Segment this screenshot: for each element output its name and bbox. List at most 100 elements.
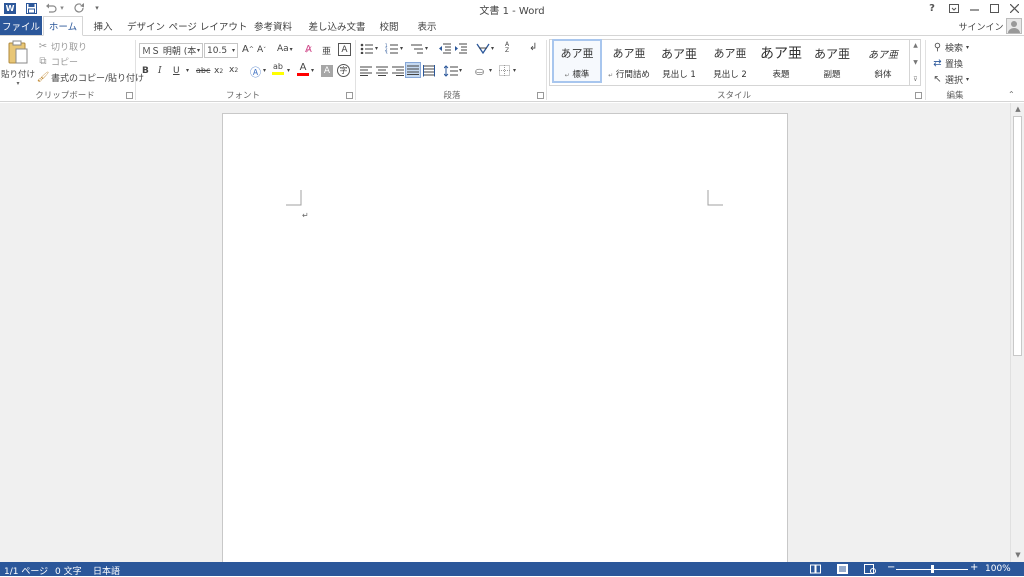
numbering-icon[interactable]: 123 xyxy=(385,43,399,54)
chevron-up-icon[interactable]: ▲ xyxy=(913,42,918,49)
clear-formatting-icon[interactable]: A̷ xyxy=(305,44,312,55)
zoom-slider-thumb[interactable] xyxy=(931,565,934,573)
zoom-level[interactable]: 100% xyxy=(985,564,1011,574)
borders-icon[interactable] xyxy=(499,65,510,76)
zoom-out-button[interactable]: − xyxy=(887,562,895,573)
avatar[interactable] xyxy=(1006,18,1022,34)
help-button[interactable]: ? xyxy=(921,0,943,16)
style-normal[interactable]: あア亜 ↵ 標準 xyxy=(552,39,602,83)
language-indicator[interactable]: 日本語 xyxy=(93,564,120,577)
web-layout-icon[interactable] xyxy=(864,564,876,574)
change-case-button[interactable]: Aa ▾ xyxy=(277,44,293,54)
print-layout-icon[interactable] xyxy=(837,564,848,574)
asian-layout-dropdown-icon[interactable]: ▾ xyxy=(491,45,494,52)
justify-button[interactable] xyxy=(405,62,421,78)
tab-review[interactable]: 校閲 xyxy=(373,16,405,36)
vertical-scrollbar[interactable]: ▲ ▼ xyxy=(1010,103,1024,562)
shading-icon[interactable]: ⛀ xyxy=(475,65,484,78)
numbering-dropdown-icon[interactable]: ▾ xyxy=(400,45,403,52)
line-spacing-dropdown-icon[interactable]: ▾ xyxy=(459,67,462,74)
text-effects-dropdown-icon[interactable]: ▾ xyxy=(263,67,266,74)
scrollbar-thumb[interactable] xyxy=(1013,116,1022,356)
font-launcher-icon[interactable] xyxy=(346,92,353,99)
paste-button[interactable]: 貼り付け ▾ xyxy=(1,40,35,88)
distributed-icon[interactable] xyxy=(423,65,435,77)
tab-mailings[interactable]: 差し込み文書 xyxy=(306,16,368,36)
styles-scroll[interactable]: ▲ ▼ ⊽ xyxy=(909,40,921,85)
tab-view[interactable]: 表示 xyxy=(409,16,445,36)
decrease-indent-icon[interactable] xyxy=(438,43,452,54)
close-button[interactable] xyxy=(1003,0,1024,16)
shrink-font-icon[interactable]: Aˇ xyxy=(257,45,266,55)
tab-references[interactable]: 参考資料 xyxy=(249,16,297,36)
align-center-icon[interactable] xyxy=(376,66,388,76)
show-hide-marks-icon[interactable]: ↲ xyxy=(529,42,537,53)
signin-link[interactable]: サインイン xyxy=(959,16,1004,36)
tab-page-layout[interactable]: ページ レイアウト xyxy=(169,16,248,36)
paragraph-launcher-icon[interactable] xyxy=(537,92,544,99)
maximize-button[interactable] xyxy=(983,0,1005,16)
line-spacing-icon[interactable] xyxy=(444,65,458,77)
ribbon-display-options-icon[interactable] xyxy=(943,0,965,16)
tab-file[interactable]: ファイル xyxy=(0,16,42,36)
cut-button[interactable]: ✂ 切り取り xyxy=(37,40,87,53)
increase-indent-icon[interactable] xyxy=(454,43,468,54)
collapse-ribbon-icon[interactable]: ⌃ xyxy=(1008,90,1015,99)
minimize-button[interactable] xyxy=(963,0,985,16)
styles-launcher-icon[interactable] xyxy=(915,92,922,99)
italic-button[interactable]: I xyxy=(158,66,162,76)
select-button[interactable]: ↖ 選択 ▾ xyxy=(931,73,969,86)
font-color-button[interactable]: A xyxy=(297,62,309,76)
strikethrough-button[interactable]: abc xyxy=(196,66,210,75)
character-border-icon[interactable]: A xyxy=(338,43,351,56)
multilevel-list-icon[interactable] xyxy=(410,43,424,54)
find-button[interactable]: ⚲ 検索 ▾ xyxy=(931,41,969,54)
underline-button[interactable]: U xyxy=(173,66,180,76)
word-count[interactable]: 0 文字 xyxy=(55,564,82,577)
align-left-icon[interactable] xyxy=(360,66,372,76)
style-heading-2[interactable]: あア亜 見出し 2 xyxy=(705,39,755,83)
bullets-dropdown-icon[interactable]: ▾ xyxy=(375,45,378,52)
highlight-color-button[interactable]: ab xyxy=(272,62,284,75)
font-name-select[interactable]: ＭＳ 明朝 (本 ▾ xyxy=(139,43,203,58)
superscript-button[interactable]: x2 xyxy=(229,65,238,75)
zoom-in-button[interactable]: + xyxy=(970,562,978,573)
asian-layout-icon[interactable] xyxy=(476,43,490,54)
read-mode-icon[interactable] xyxy=(810,564,821,574)
enclose-characters-icon[interactable]: 字 xyxy=(337,64,350,77)
sort-icon[interactable]: AZ xyxy=(505,42,509,54)
page-count[interactable]: 1/1 ページ xyxy=(4,564,48,577)
tab-design[interactable]: デザイン xyxy=(123,16,169,36)
multilevel-dropdown-icon[interactable]: ▾ xyxy=(425,45,428,52)
subscript-button[interactable]: x2 xyxy=(214,66,223,76)
style-heading-1[interactable]: あア亜 見出し 1 xyxy=(654,39,704,83)
font-color-dropdown-icon[interactable]: ▾ xyxy=(311,67,314,74)
character-shading-icon[interactable]: A xyxy=(321,65,333,77)
text-effects-icon[interactable]: Ⓐ xyxy=(250,64,261,80)
bold-button[interactable]: B xyxy=(142,66,149,76)
bullets-icon[interactable] xyxy=(360,43,374,54)
highlight-dropdown-icon[interactable]: ▾ xyxy=(287,67,290,74)
tab-insert[interactable]: 挿入 xyxy=(85,16,121,36)
borders-dropdown-icon[interactable]: ▾ xyxy=(513,67,516,74)
font-size-select[interactable]: 10.5 ▾ xyxy=(204,43,238,58)
scroll-up-icon[interactable]: ▲ xyxy=(1013,105,1023,113)
replace-button[interactable]: ⇄ 置換 xyxy=(931,57,963,70)
tab-home[interactable]: ホーム xyxy=(43,16,83,36)
underline-dropdown-icon[interactable]: ▾ xyxy=(186,67,189,74)
styles-more-icon[interactable]: ⊽ xyxy=(913,76,917,83)
phonetic-guide-icon[interactable]: 亜 xyxy=(322,44,331,57)
grow-font-icon[interactable]: A ^ xyxy=(242,44,254,55)
document-page[interactable]: ↵ xyxy=(222,113,788,562)
chevron-down-icon[interactable]: ▼ xyxy=(913,59,918,66)
clipboard-launcher-icon[interactable] xyxy=(126,92,133,99)
copy-button[interactable]: ⧉ コピー xyxy=(37,55,78,68)
style-no-spacing[interactable]: あア亜 ↵ 行間詰め xyxy=(603,39,655,83)
format-painter-button[interactable]: 🖌 書式のコピー/貼り付け xyxy=(37,71,144,84)
style-title[interactable]: あア亜 表題 xyxy=(756,39,806,83)
style-emphasis[interactable]: あア亜 斜体 xyxy=(858,39,908,83)
shading-dropdown-icon[interactable]: ▾ xyxy=(489,67,492,74)
align-right-icon[interactable] xyxy=(392,66,404,76)
scroll-down-icon[interactable]: ▼ xyxy=(1013,551,1023,559)
style-subtitle[interactable]: あア亜 副題 xyxy=(807,39,857,83)
